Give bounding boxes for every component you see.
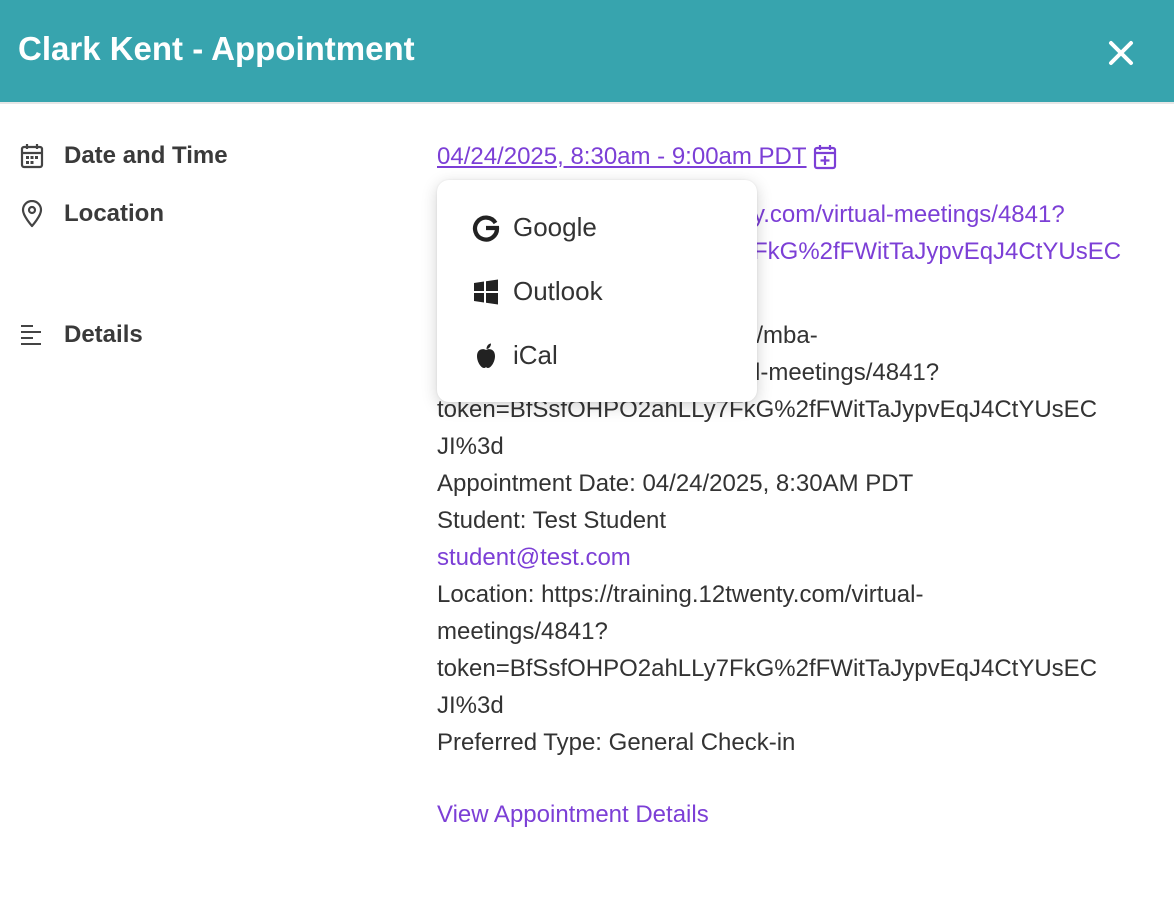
calendar-menu-item-outlook[interactable]: Outlook bbox=[471, 276, 603, 307]
modal-title: Clark Kent - Appointment bbox=[18, 30, 415, 67]
details-label-row: Details bbox=[20, 321, 143, 349]
appointment-datetime: 04/24/2025, 8:30am - 9:00am PDT bbox=[437, 143, 807, 170]
location-label-row: Location bbox=[20, 200, 164, 228]
appointment-date-text: Appointment Date: 04/24/2025, 8:30AM PDT bbox=[437, 470, 914, 497]
details-label: Details bbox=[64, 321, 143, 348]
date-time-value: 04/24/2025, 8:30am - 9:00am PDT bbox=[437, 138, 1157, 175]
details-location-line-1: Location: https://training.12twenty.com/… bbox=[437, 581, 924, 608]
calendar-menu-item-google[interactable]: Google bbox=[471, 212, 597, 243]
close-button[interactable] bbox=[1102, 34, 1140, 72]
add-to-calendar-link[interactable]: 04/24/2025, 8:30am - 9:00am PDT bbox=[437, 138, 837, 175]
calendar-menu-label: iCal bbox=[513, 340, 558, 370]
calendar-menu-item-ical[interactable]: iCal bbox=[471, 340, 558, 371]
calendar-menu-label: Google bbox=[513, 212, 597, 242]
calendar-menu-label: Outlook bbox=[513, 276, 603, 306]
calendar-add-icon[interactable] bbox=[813, 144, 837, 170]
student-text: Student: Test Student bbox=[437, 507, 667, 534]
location-label: Location bbox=[64, 200, 164, 227]
close-icon bbox=[1109, 41, 1133, 65]
details-line-4: JI%3d bbox=[437, 433, 504, 460]
apple-icon bbox=[471, 341, 501, 371]
add-to-calendar-menu: Google Outlook iCal bbox=[437, 180, 757, 402]
view-appointment-details-link[interactable]: View Appointment Details bbox=[437, 801, 709, 829]
calendar-icon bbox=[20, 142, 48, 170]
details-location-line-4: JI%3d bbox=[437, 692, 504, 719]
preferred-type-text: Preferred Type: General Check-in bbox=[437, 729, 796, 756]
text-lines-icon bbox=[20, 321, 48, 349]
student-email-link[interactable]: student@test.com bbox=[437, 539, 1157, 576]
date-time-label-row: Date and Time bbox=[20, 142, 228, 170]
map-pin-icon bbox=[20, 200, 48, 228]
windows-icon bbox=[471, 277, 501, 307]
details-location-line-2: meetings/4841? bbox=[437, 618, 608, 645]
modal-header: Clark Kent - Appointment bbox=[0, 0, 1174, 104]
date-time-label: Date and Time bbox=[64, 142, 228, 169]
details-location-line-3: token=BfSsfOHPO2ahLLy7FkG%2fFWitTaJypvEq… bbox=[437, 655, 1098, 682]
google-icon bbox=[471, 213, 501, 243]
